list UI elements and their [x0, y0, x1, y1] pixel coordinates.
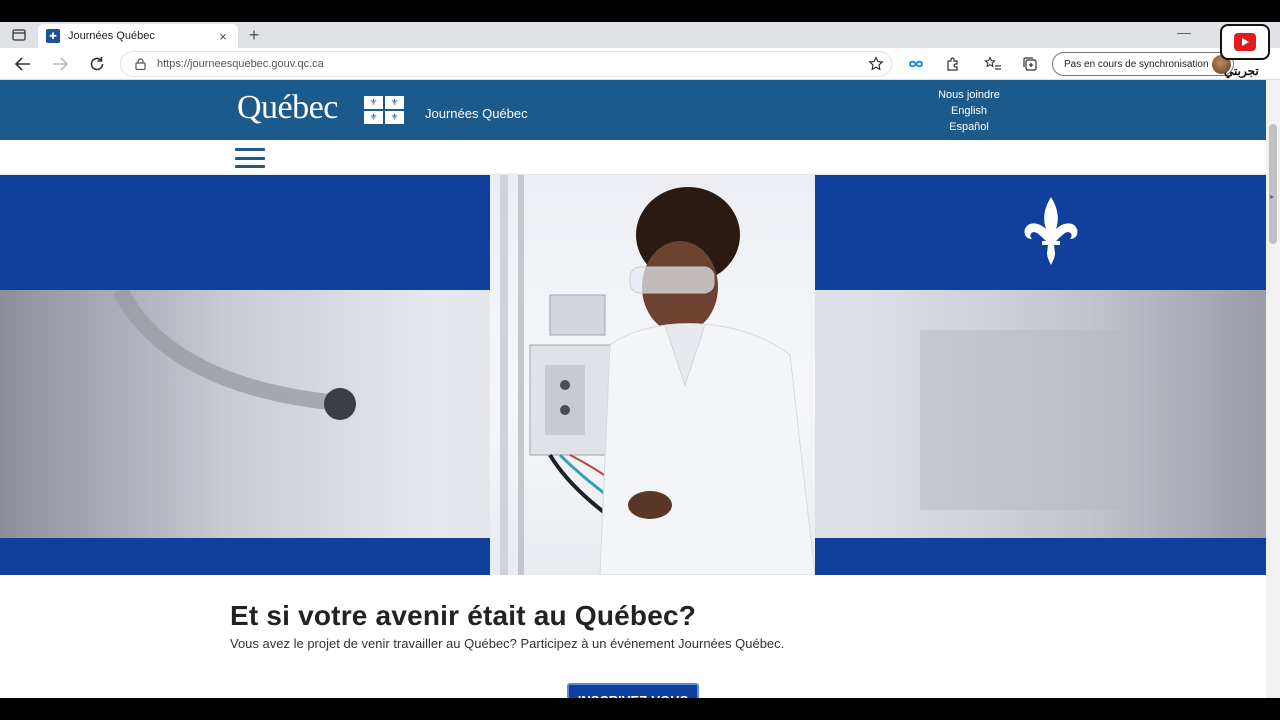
tab-close-icon[interactable]: × [216, 29, 230, 44]
watermark-text: تجربتي [1224, 64, 1259, 78]
play-icon [1234, 33, 1256, 51]
hamburger-menu-icon[interactable] [235, 148, 265, 168]
tab-strip: ✚ Journées Québec × + — [0, 22, 1280, 48]
fleur-de-lis-icon [1024, 197, 1078, 265]
header-links: Nous joindre English Español [930, 88, 1008, 134]
gov-header: Québec ⚜ ⚜ ⚜ ⚜ Journées Québec Nous join… [0, 80, 1266, 140]
letterbox-top [0, 0, 1280, 22]
watermark-frame [1220, 24, 1270, 60]
scrollbar-thumb[interactable] [1269, 124, 1277, 244]
sync-status-label: Pas en cours de synchronisation [1064, 58, 1209, 70]
english-link[interactable]: English [951, 104, 987, 118]
forward-arrow-icon[interactable] [48, 53, 72, 75]
quebec-logo-word[interactable]: Québec [237, 89, 338, 127]
minimize-window-button[interactable]: — [1176, 24, 1192, 40]
hero-banner [0, 175, 1266, 575]
menu-row [0, 140, 1266, 175]
extensions-puzzle-icon[interactable] [941, 53, 965, 75]
tab-title: Journées Québec [68, 30, 155, 42]
extension-infinity-icon[interactable] [904, 53, 928, 75]
page-heading: Et si votre avenir était au Québec? [230, 600, 697, 631]
quebec-flag-logo-icon[interactable]: ⚜ ⚜ ⚜ ⚜ [364, 96, 404, 124]
refresh-icon[interactable] [85, 53, 109, 75]
scroll-arrow-icon[interactable]: ▸ [1270, 192, 1274, 201]
site-name[interactable]: Journées Québec [425, 106, 528, 121]
page-subheading: Vous avez le projet de venir travailler … [230, 636, 785, 651]
espanol-link[interactable]: Español [949, 120, 989, 134]
web-page: Québec ⚜ ⚜ ⚜ ⚜ Journées Québec Nous join… [0, 80, 1266, 698]
favorites-list-icon[interactable] [981, 53, 1005, 75]
contact-link[interactable]: Nous joindre [938, 88, 1000, 102]
tab-actions-icon[interactable] [8, 26, 30, 44]
flag-fleur-icon: ⚜ [385, 96, 404, 109]
flag-fleur-icon: ⚜ [364, 96, 383, 109]
sync-status-button[interactable]: Pas en cours de synchronisation [1052, 52, 1234, 76]
register-button[interactable]: INSCRIVEZ-VOUS [567, 683, 699, 698]
flag-fleur-icon: ⚜ [385, 111, 404, 124]
address-url: https://journeesquebec.gouv.qc.ca [157, 58, 324, 70]
letterbox-bottom [0, 698, 1280, 720]
quebec-favicon-icon: ✚ [46, 29, 60, 43]
tab-journees-quebec[interactable]: ✚ Journées Québec × [38, 24, 238, 48]
browser-toolbar: https://journeesquebec.gouv.qc.ca Pas en… [0, 48, 1280, 80]
lock-icon[interactable] [135, 58, 147, 70]
browser-window: ✚ Journées Québec × + — https://journees… [0, 22, 1280, 698]
channel-watermark: تجربتي [1216, 20, 1274, 82]
favorite-star-icon[interactable] [864, 53, 888, 75]
address-bar[interactable]: https://journeesquebec.gouv.qc.ca [120, 51, 892, 77]
page-scrollbar[interactable]: ▸ [1266, 80, 1280, 698]
flag-fleur-icon: ⚜ [364, 111, 383, 124]
new-tab-button[interactable]: + [244, 25, 264, 45]
back-arrow-icon[interactable] [11, 53, 35, 75]
hero-scientist-photo [490, 175, 815, 575]
collections-icon[interactable] [1018, 53, 1042, 75]
